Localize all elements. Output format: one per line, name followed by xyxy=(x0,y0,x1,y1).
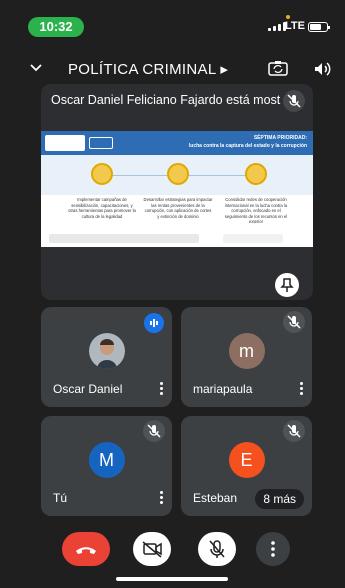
status-time: 10:32 xyxy=(28,17,84,37)
slide-footer-bar xyxy=(49,234,199,243)
home-indicator[interactable] xyxy=(116,577,228,581)
slide-header: SÉPTIMA PRIORIDAD: lucha contra la captu… xyxy=(41,131,313,155)
presenter-label: Oscar Daniel Feliciano Fajardo está most xyxy=(51,93,281,107)
more-options-icon[interactable] xyxy=(160,491,164,505)
network-label: LTE xyxy=(285,20,305,32)
battery-icon xyxy=(308,22,330,32)
avatar-letter: M xyxy=(88,442,125,478)
cooperation-icon xyxy=(245,163,267,185)
slide-title: SÉPTIMA PRIORIDAD: lucha contra la captu… xyxy=(189,134,307,150)
slide-col2-text: Desarrollar estrategias para impactar la… xyxy=(143,197,213,219)
mic-off-icon xyxy=(283,311,305,333)
participant-tile-esteban[interactable]: E Esteban 8 más xyxy=(181,416,312,516)
slide-footer-bar-2 xyxy=(223,234,283,243)
shared-slide: SÉPTIMA PRIORIDAD: lucha contra la captu… xyxy=(41,131,313,247)
participant-name: Esteban xyxy=(193,491,238,505)
mic-off-button[interactable] xyxy=(198,532,236,566)
slide-logo-secondary xyxy=(89,137,113,149)
meeting-header: POLÍTICA CRIMINAL ▸ xyxy=(0,52,345,86)
participant-name: mariapaula xyxy=(193,382,253,396)
campaign-icon xyxy=(91,163,113,185)
mic-off-icon xyxy=(283,90,305,112)
participant-tile-oscar[interactable]: Oscar Daniel xyxy=(41,307,172,407)
presentation-tile[interactable]: Oscar Daniel Feliciano Fajardo está most… xyxy=(41,84,313,300)
status-bar: 10:32 LTE xyxy=(0,0,345,40)
slide-col1-text: Implementar campañas de sensibilización,… xyxy=(68,197,136,219)
camera-off-button[interactable] xyxy=(133,532,171,566)
more-options-button[interactable] xyxy=(256,532,290,566)
more-options-icon[interactable] xyxy=(160,382,164,396)
more-participants-badge[interactable]: 8 más xyxy=(255,489,304,509)
avatar-letter: m xyxy=(228,333,265,369)
avatar-letter: E xyxy=(228,442,265,478)
participant-name: Tú xyxy=(53,491,68,505)
speaker-icon[interactable] xyxy=(313,60,331,78)
mic-in-use-dot xyxy=(286,15,290,19)
chevron-down-icon[interactable] xyxy=(30,61,42,73)
participant-tile-mariapaula[interactable]: m mariapaula xyxy=(181,307,312,407)
slide-col3-text: Consolidar redes de cooperación internac… xyxy=(224,197,288,224)
slide-title-line2: lucha contra la captura del estado y la … xyxy=(188,143,307,149)
money-icon xyxy=(167,163,189,185)
speaking-indicator-icon xyxy=(144,313,164,333)
participant-name: Oscar Daniel xyxy=(53,382,123,396)
slide-logo xyxy=(45,135,85,151)
end-call-button[interactable] xyxy=(62,532,110,566)
participant-tile-self[interactable]: M Tú xyxy=(41,416,172,516)
signal-icon xyxy=(268,22,286,31)
slide-title-line1: SÉPTIMA PRIORIDAD: xyxy=(253,135,307,141)
meeting-title[interactable]: POLÍTICA CRIMINAL ▸ xyxy=(68,60,228,78)
pin-icon[interactable] xyxy=(275,273,299,297)
switch-camera-icon[interactable] xyxy=(268,60,288,76)
mic-off-icon xyxy=(283,420,305,442)
mic-off-icon xyxy=(143,420,165,442)
avatar-photo xyxy=(88,333,125,369)
more-options-icon[interactable] xyxy=(300,382,304,396)
